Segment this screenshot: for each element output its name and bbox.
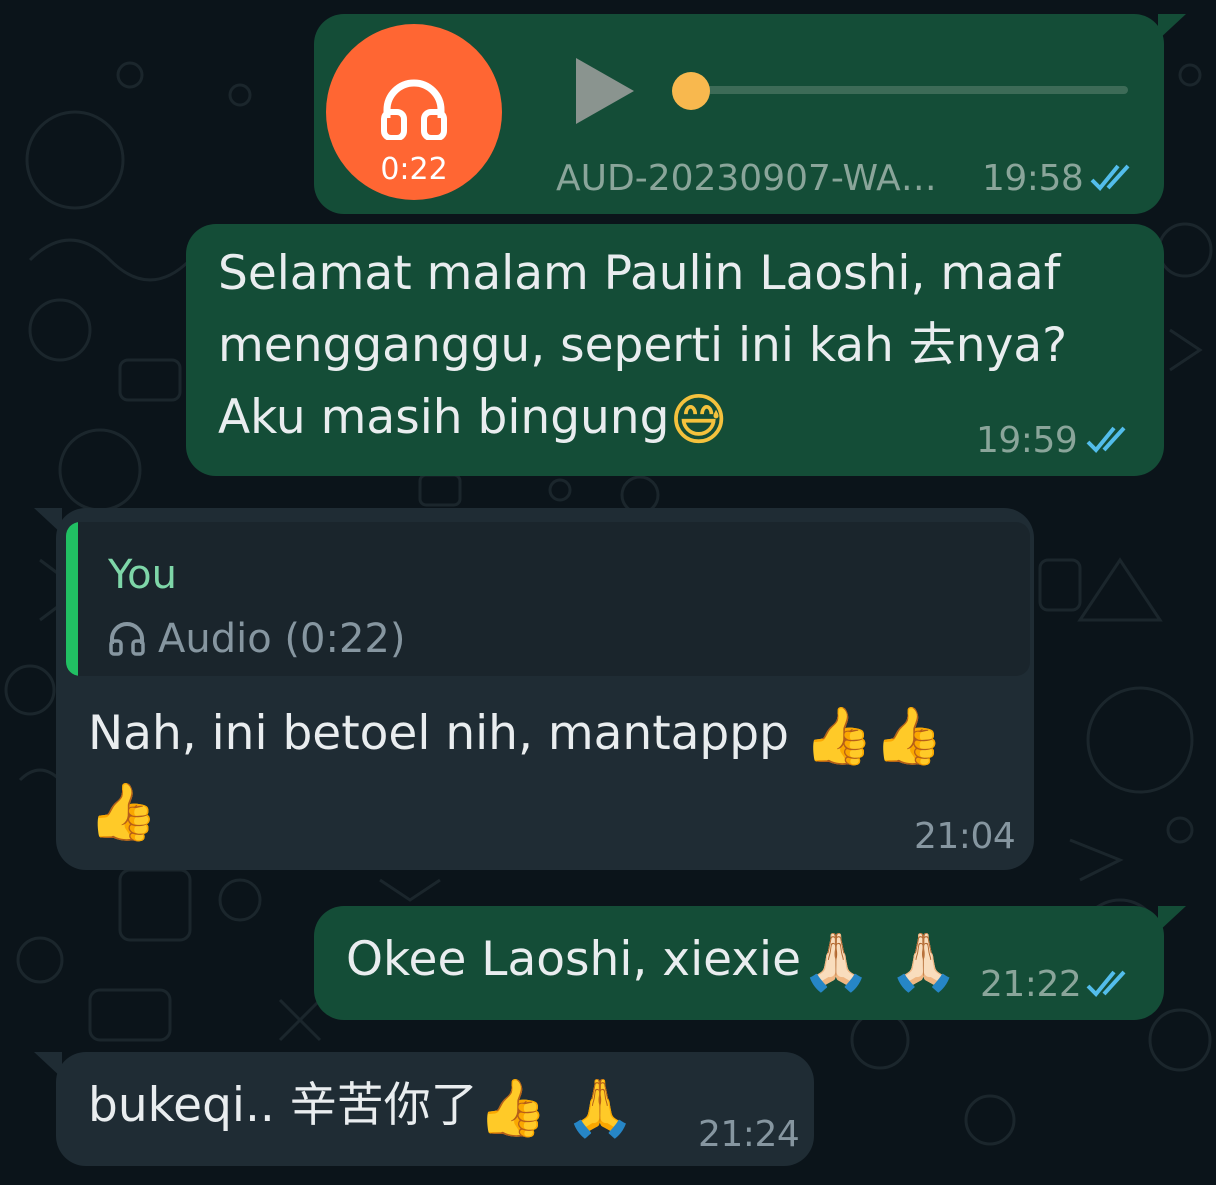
double-check-icon (1086, 426, 1126, 453)
audio-filename: AUD-20230907-WA… (556, 158, 937, 199)
quote-sender: You (108, 552, 177, 598)
message-time: 21:22 (980, 964, 1082, 1005)
message-time: 19:58 (982, 158, 1084, 199)
bubble-tail (34, 1052, 62, 1078)
quote-accent-bar (66, 522, 78, 676)
audio-duration: 0:22 (380, 152, 448, 187)
double-check-icon (1086, 970, 1126, 997)
bubble-tail (34, 508, 62, 534)
quoted-message[interactable]: You Audio (0:22) (66, 522, 1030, 676)
audio-seek-knob[interactable] (672, 72, 710, 110)
message-text: bukeqi.. 辛苦你了👍 🙏 (88, 1076, 636, 1141)
thumbs-up-emoji: 👍👍 (803, 704, 944, 769)
message-time: 21:24 (698, 1114, 800, 1155)
text-message-bubble[interactable]: Okee Laoshi, xiexie🙏🏻 🙏🏻 21:22 (314, 906, 1186, 1020)
double-check-icon (1090, 164, 1130, 191)
text-message-bubble[interactable]: bukeqi.. 辛苦你了👍 🙏 21:24 (34, 1052, 814, 1166)
thumbs-up-emoji: 👍 (88, 780, 158, 845)
audio-avatar: 0:22 (326, 24, 502, 200)
bubble-tail (1158, 906, 1186, 932)
message-time: 21:04 (914, 816, 1016, 857)
reply-message-bubble[interactable]: You Audio (0:22) Nah, ini betoel nih, ma… (34, 508, 1034, 870)
headphones-icon (109, 622, 145, 656)
thumbs-up-folded-hands-emoji: 👍 🙏 (477, 1076, 636, 1141)
grinning-sweat-emoji: 😅 (669, 388, 728, 453)
headphones-icon (381, 79, 447, 140)
bubble-tail (1158, 14, 1186, 40)
message-text: Okee Laoshi, xiexie🙏🏻 🙏🏻 (346, 930, 959, 995)
message-text: Selamat malam Paulin Laoshi, maaf mengga… (218, 246, 1068, 453)
text-message-bubble[interactable]: Selamat malam Paulin Laoshi, maaf mengga… (186, 224, 1164, 476)
audio-message-bubble[interactable]: 0:22 AUD-20230907-WA… 19:58 (314, 14, 1186, 214)
quote-preview: Audio (0:22) (108, 616, 405, 662)
play-icon[interactable] (572, 54, 638, 128)
message-time: 19:59 (976, 420, 1078, 461)
audio-progress-track[interactable] (690, 86, 1128, 94)
folded-hands-emoji: 🙏🏻 🙏🏻 (801, 930, 959, 995)
quote-text: Audio (0:22) (158, 616, 406, 662)
message-text: Nah, ini betoel nih, mantappp 👍👍 👍 (88, 704, 944, 845)
